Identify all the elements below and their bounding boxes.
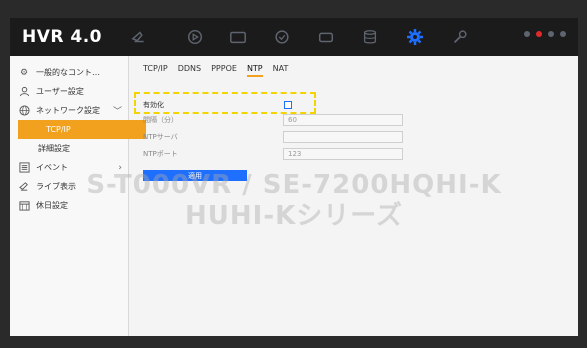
enable-label: 有効化 xyxy=(143,101,164,109)
sidebar-item-tcpip[interactable]: TCP/IP xyxy=(18,120,146,139)
tab-bar: TCP/IP DDNS PPPOE NTP NAT xyxy=(143,64,288,77)
maintenance-icon[interactable] xyxy=(450,27,470,47)
tab-pppoe[interactable]: PPPOE xyxy=(211,64,237,77)
status-indicators xyxy=(524,31,566,37)
interval-label: 間隔（分） xyxy=(143,116,178,124)
tab-tcpip[interactable]: TCP/IP xyxy=(143,64,168,77)
tab-ntp[interactable]: NTP xyxy=(246,64,263,77)
tab-ddns[interactable]: DDNS xyxy=(178,64,201,77)
status-dot-icon xyxy=(524,31,530,37)
sidebar-item-label: ユーザー設定 xyxy=(36,87,84,96)
alert-dot-icon[interactable] xyxy=(536,31,542,37)
interval-field[interactable]: 60 xyxy=(283,114,403,126)
sidebar-item-label: 一般的なコント… xyxy=(36,68,100,77)
sidebar-item-label: 詳細設定 xyxy=(38,144,70,153)
gear-icon: ⚙ xyxy=(19,67,29,78)
sidebar-item-general[interactable]: ⚙ 一般的なコント… xyxy=(10,63,128,82)
ntp-server-field[interactable] xyxy=(283,131,403,143)
settings-icon[interactable] xyxy=(405,27,425,47)
status-dot-icon xyxy=(548,31,554,37)
tab-nat[interactable]: NAT xyxy=(273,64,289,77)
storage-icon[interactable] xyxy=(360,27,380,47)
sidebar-item-users[interactable]: ユーザー設定 xyxy=(10,82,128,101)
sidebar-item-network[interactable]: ネットワーク設定 ﹀ xyxy=(10,101,128,120)
device-icon[interactable] xyxy=(316,27,336,47)
chevron-down-icon: ﹀ xyxy=(112,107,122,117)
user-icon xyxy=(18,86,30,98)
smart-icon[interactable] xyxy=(272,27,292,47)
live-view-icon[interactable] xyxy=(130,27,150,47)
watermark: S-T000VR / SE-7200HQHI-K HUHI-Kシリーズ xyxy=(10,170,578,232)
watermark-line-2: HUHI-Kシリーズ xyxy=(185,201,403,231)
app-logo: HVR 4.0 xyxy=(22,27,103,47)
sidebar-item-label: ネットワーク設定 xyxy=(36,106,100,115)
ntp-server-label: NTPサーバ xyxy=(143,133,178,141)
screen: HVR 4.0 ⚙ 一般的なコント… ユーザー設定 ネットワーク設定 ﹀ TCP… xyxy=(10,18,578,336)
sidebar-item-label: TCP/IP xyxy=(46,125,71,134)
watermark-line-1: S-T000VR / SE-7200HQHI-K xyxy=(86,170,502,200)
top-bar: HVR 4.0 xyxy=(10,18,578,56)
file-icon[interactable] xyxy=(228,27,248,47)
status-dot-icon xyxy=(560,31,566,37)
enable-checkbox[interactable] xyxy=(284,101,292,109)
ntp-port-field[interactable]: 123 xyxy=(283,148,403,160)
globe-icon xyxy=(18,105,30,117)
ntp-port-label: NTPポート xyxy=(143,150,178,158)
playback-icon[interactable] xyxy=(185,27,205,47)
sidebar-item-advanced[interactable]: 詳細設定 xyxy=(10,139,128,158)
